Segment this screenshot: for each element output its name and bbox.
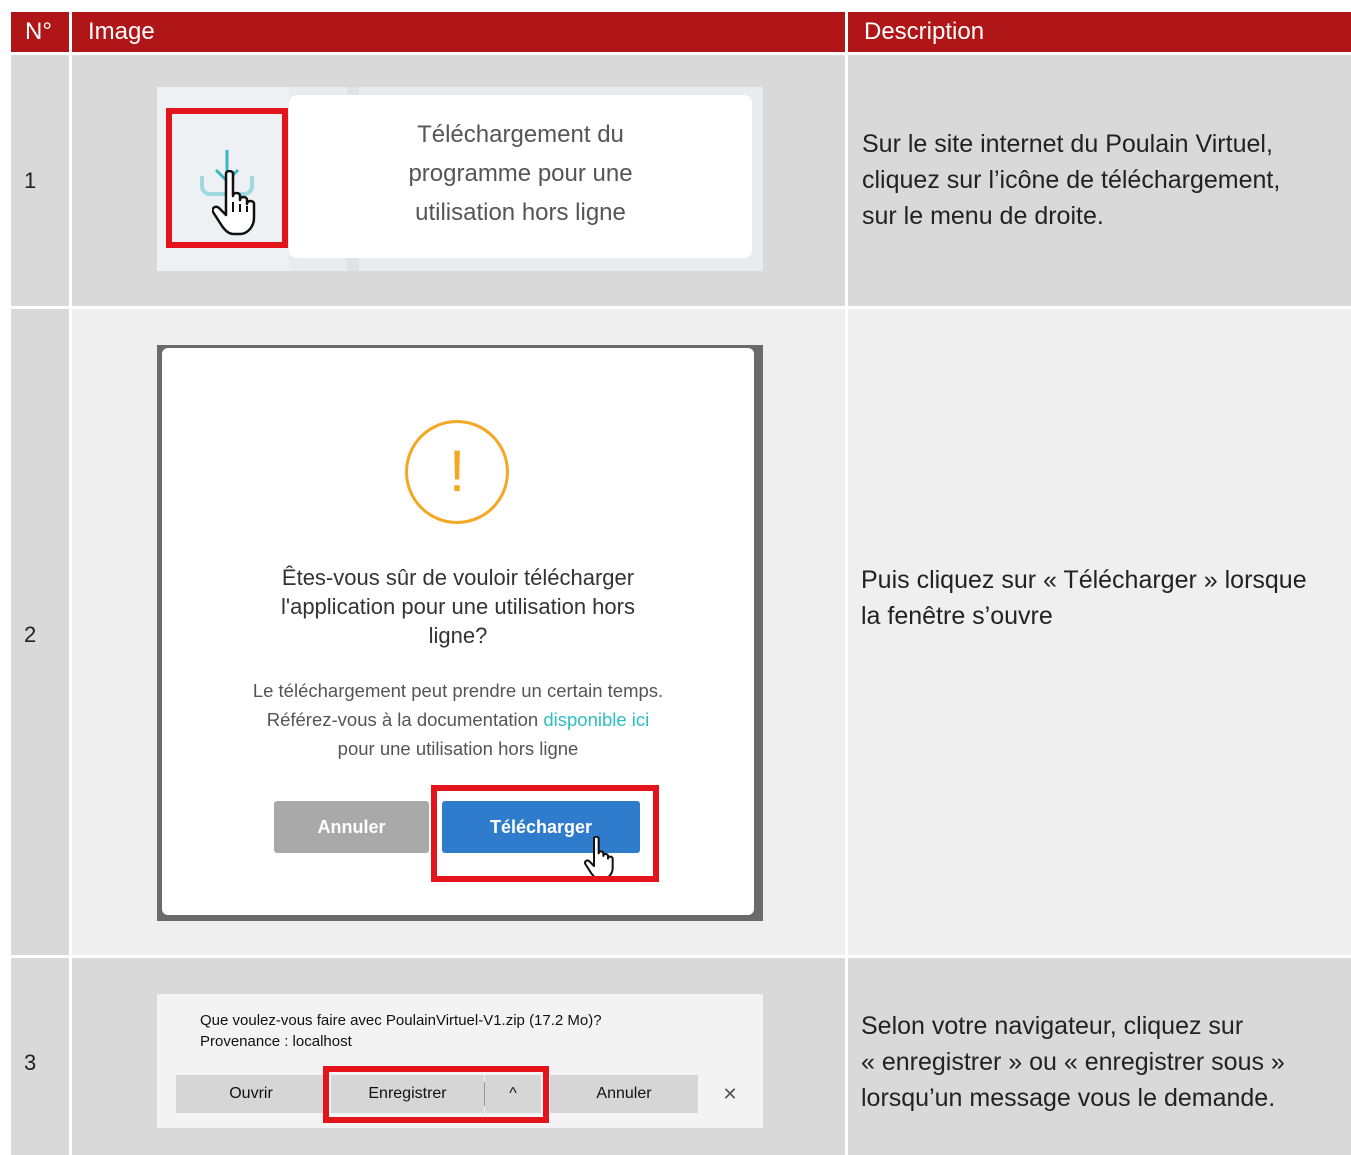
modal-title-line: Êtes-vous sûr de vouloir télécharger (281, 565, 635, 590)
highlight-box (431, 785, 659, 882)
description-line: cliquez sur l’icône de téléchargement, (862, 166, 1281, 194)
download-menu-text: Téléchargement du programme pour une uti… (289, 115, 752, 232)
modal-title: Êtes-vous sûr de vouloir télécharger l'a… (162, 563, 754, 650)
description-line: Selon votre navigateur, cliquez sur (861, 1012, 1244, 1040)
modal-title-line: ligne? (428, 623, 488, 648)
download-menu-line: utilisation hors ligne (415, 199, 626, 226)
download-menu-line: Téléchargement du (417, 121, 624, 148)
row3-description: Selon votre navigateur, cliquez sur « en… (861, 1008, 1285, 1116)
download-menu-card[interactable]: Téléchargement du programme pour une uti… (289, 95, 752, 258)
close-icon[interactable]: ✕ (718, 1082, 742, 1106)
download-source: Provenance : localhost (200, 1033, 352, 1050)
open-button[interactable]: Ouvrir (176, 1075, 326, 1113)
row-number: 3 (24, 1050, 37, 1075)
download-question: Que voulez-vous faire avec PoulainVirtue… (200, 1012, 602, 1029)
modal-body-line: Le téléchargement peut prendre un certai… (252, 680, 664, 701)
modal-body: Le téléchargement peut prendre un certai… (162, 676, 754, 763)
header-image-label: Image (88, 18, 155, 45)
row1-num-cell (11, 55, 69, 306)
documentation-link[interactable]: disponible ici (543, 709, 649, 730)
description-line: sur le menu de droite. (862, 202, 1104, 230)
download-menu-line: programme pour une (408, 160, 633, 187)
row2-num-cell (11, 309, 69, 955)
highlight-box (166, 108, 288, 248)
header-cell-image: Image (72, 12, 845, 52)
header-cell-description: Description (848, 12, 1351, 52)
row-number: 2 (24, 622, 37, 647)
description-line: lorsqu’un message vous le demande. (861, 1084, 1276, 1112)
description-line: Sur le site internet du Poulain Virtuel, (862, 130, 1273, 158)
description-line: Puis cliquez sur « Télécharger » lorsque (861, 566, 1307, 594)
cancel-button[interactable]: Annuler (550, 1075, 698, 1113)
cancel-button[interactable]: Annuler (274, 801, 429, 853)
header-description-label: Description (864, 18, 985, 45)
download-prompt-text: Que voulez-vous faire avec PoulainVirtue… (200, 1010, 602, 1052)
highlight-box (323, 1066, 549, 1123)
header-cell-num: N° (11, 12, 69, 52)
description-line: « enregistrer » ou « enregistrer sous » (861, 1048, 1285, 1076)
header-num-label: N° (25, 18, 52, 45)
modal-title-line: l'application pour une utilisation hors (281, 594, 635, 619)
row1-description: Sur le site internet du Poulain Virtuel,… (862, 126, 1280, 234)
row2-description: Puis cliquez sur « Télécharger » lorsque… (861, 562, 1307, 634)
row-number: 1 (24, 168, 37, 193)
row3-num-cell (11, 958, 69, 1155)
description-line: la fenêtre s’ouvre (861, 602, 1053, 630)
modal-body-line: Référez-vous à la documentation disponib… (162, 705, 754, 734)
modal-body-text: Référez-vous à la documentation (266, 709, 544, 730)
warning-icon: ! (405, 420, 509, 524)
modal-body-line: pour une utilisation hors ligne (337, 738, 579, 759)
